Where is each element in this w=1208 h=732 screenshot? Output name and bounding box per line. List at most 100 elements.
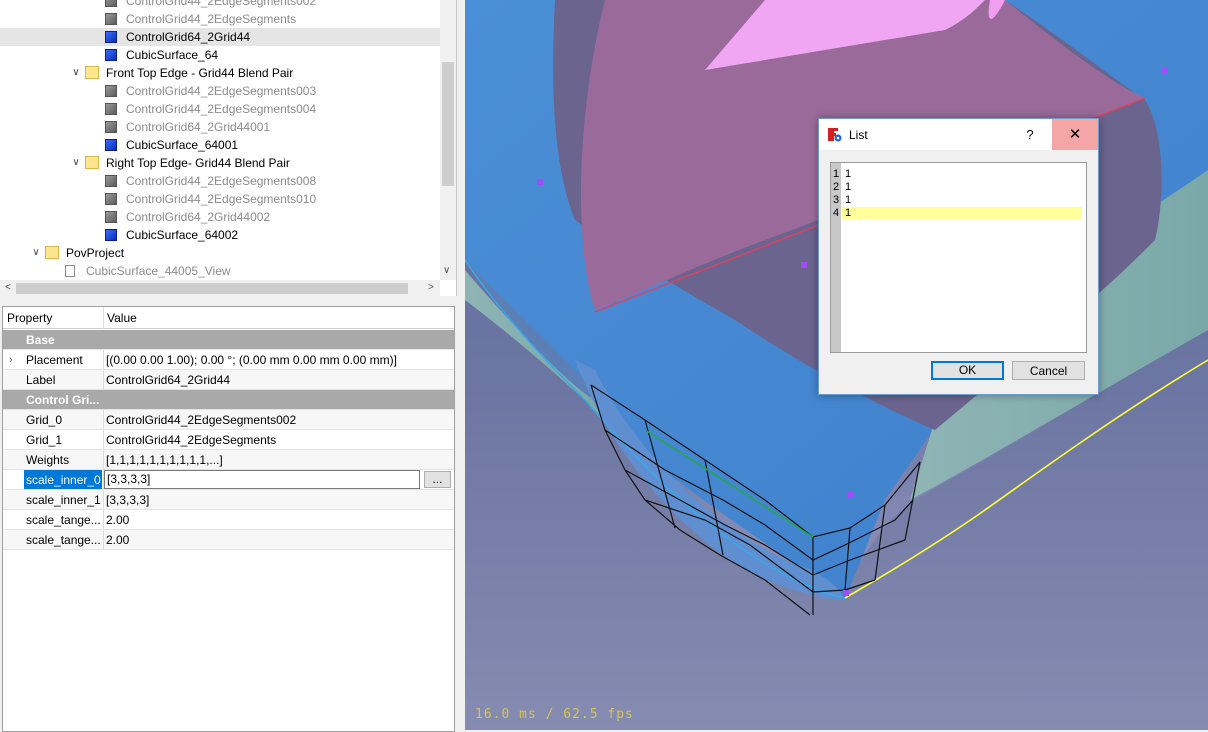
tree-item[interactable]: ControlGrid64_2Grid44002 xyxy=(0,208,440,226)
tree-item[interactable]: ∨ Front Top Edge - Grid44 Blend Pair xyxy=(0,64,440,82)
property-row[interactable]: scale_tange... 2.00 xyxy=(3,530,454,550)
tree-item[interactable]: ControlGrid44_2EdgeSegments003 xyxy=(0,82,440,100)
tree-item[interactable]: CubicSurface_64001 xyxy=(0,136,440,154)
tree-item-label: ControlGrid44_2EdgeSegments008 xyxy=(126,174,317,188)
tree-item-label: ControlGrid44_2EdgeSegments xyxy=(126,12,297,26)
hidden-object-cube-icon xyxy=(105,211,117,223)
property-column-header[interactable]: Property xyxy=(7,307,52,329)
column-divider xyxy=(103,370,104,389)
tree-item-label: ControlGrid44_2EdgeSegments004 xyxy=(126,102,317,116)
visible-object-cube-icon xyxy=(105,31,117,43)
tree-item-label: ControlGrid44_2EdgeSegments010 xyxy=(126,192,317,206)
property-row[interactable]: Grid_1 ControlGrid44_2EdgeSegments xyxy=(3,430,454,450)
expand-chevron-icon[interactable]: ∨ xyxy=(30,244,42,262)
property-row[interactable]: scale_tange... 2.00 xyxy=(3,510,454,530)
tree-item[interactable]: ControlGrid64_2Grid44001 xyxy=(0,118,440,136)
line-text[interactable]: 1 xyxy=(845,194,851,207)
hidden-object-cube-icon xyxy=(105,193,117,205)
ellipsis-button[interactable]: ... xyxy=(424,471,451,488)
tree-item-label: Front Top Edge - Grid44 Blend Pair xyxy=(106,66,294,80)
tree-item[interactable]: ControlGrid44_2EdgeSegments xyxy=(0,10,440,28)
tree-item[interactable]: CubicSurface_44005_View xyxy=(0,262,440,280)
expand-chevron-icon[interactable]: ∨ xyxy=(70,64,82,82)
property-row[interactable]: scale_inner_1 [3,3,3,3] xyxy=(3,490,454,510)
tree-item-label: ControlGrid64_2Grid44002 xyxy=(126,210,271,224)
property-value: ControlGrid44_2EdgeSegments002 xyxy=(106,413,297,427)
line-number: 2 xyxy=(833,181,840,193)
tree-horizontal-scroll-thumb[interactable] xyxy=(16,283,408,294)
tree-item-label: CubicSurface_64001 xyxy=(126,138,239,152)
property-name: Grid_1 xyxy=(26,433,63,447)
tree-item[interactable]: ControlGrid44_2EdgeSegments002 xyxy=(0,0,440,10)
line-text[interactable]: 1 xyxy=(845,207,851,220)
column-divider xyxy=(103,430,104,449)
property-value: [3,3,3,3] xyxy=(106,493,150,507)
visible-object-cube-icon xyxy=(105,229,117,241)
hidden-object-cube-icon xyxy=(105,0,117,7)
property-row[interactable]: Grid_0 ControlGrid44_2EdgeSegments002 xyxy=(3,410,454,430)
property-group-header[interactable]: Control Gri... xyxy=(3,390,454,410)
expand-chevron-icon[interactable]: ∨ xyxy=(70,154,82,172)
property-name: Grid_0 xyxy=(26,413,63,427)
tree-item[interactable]: CubicSurface_64002 xyxy=(0,226,440,244)
expand-chevron-icon[interactable]: › xyxy=(9,350,13,370)
scale-inner-0-input[interactable]: [3,3,3,3] xyxy=(104,470,420,489)
tree-item[interactable]: ControlGrid44_2EdgeSegments010 xyxy=(0,190,440,208)
property-editor[interactable]: Property Value Base › Placement [(0.00 0.00… xyxy=(2,306,455,732)
property-group-header[interactable]: Base xyxy=(3,330,454,350)
folder-icon xyxy=(85,66,99,79)
line-text[interactable]: 1 xyxy=(845,168,851,181)
property-row[interactable]: › Placement [(0.00 0.00 1.00); 0.00 °; (0.… xyxy=(3,350,454,370)
editor-line[interactable]: 31 xyxy=(833,194,1083,207)
editor-line[interactable]: 11 xyxy=(833,168,1083,181)
column-divider xyxy=(103,450,104,469)
tree-vertical-scroll-thumb[interactable] xyxy=(442,62,454,186)
column-divider xyxy=(103,490,104,509)
property-name: scale_tange... xyxy=(26,533,101,547)
property-row[interactable]: Label ControlGrid64_2Grid44 xyxy=(3,370,454,390)
line-text[interactable]: 1 xyxy=(845,181,851,194)
scroll-right-icon[interactable]: > xyxy=(428,282,434,293)
tree-item-label: ControlGrid44_2EdgeSegments002 xyxy=(126,0,317,8)
tree-item[interactable]: ControlGrid44_2EdgeSegments008 xyxy=(0,172,440,190)
column-divider xyxy=(103,350,104,369)
hidden-object-cube-icon xyxy=(105,103,117,115)
property-value: [1,1,1,1,1,1,1,1,1,1,...] xyxy=(106,453,223,467)
property-value: ControlGrid44_2EdgeSegments xyxy=(106,433,277,447)
property-name: Base xyxy=(26,333,55,347)
hidden-object-cube-icon xyxy=(105,13,117,25)
dialog-titlebar[interactable]: List ? ✕ xyxy=(819,119,1098,150)
tree-item[interactable]: ControlGrid64_2Grid44 xyxy=(0,28,440,46)
tree-item[interactable]: ControlGrid44_2EdgeSegments004 xyxy=(0,100,440,118)
help-button[interactable]: ? xyxy=(1007,119,1053,150)
hidden-object-cube-icon xyxy=(105,121,117,133)
property-value: 2.00 xyxy=(106,513,130,527)
editor-line[interactable]: 41 xyxy=(833,207,1083,220)
close-button[interactable]: ✕ xyxy=(1052,119,1098,150)
tree-item-label: PovProject xyxy=(66,246,125,260)
fps-counter: 16.0 ms / 62.5 fps xyxy=(475,707,634,722)
line-number: 3 xyxy=(833,194,840,206)
line-number: 4 xyxy=(833,207,840,219)
column-divider xyxy=(103,530,104,549)
tree-item[interactable]: ∨ PovProject xyxy=(0,244,440,262)
scroll-down-icon[interactable]: ∨ xyxy=(443,265,450,276)
tree-item-label: CubicSurface_64 xyxy=(126,48,219,62)
model-tree[interactable]: ControlGrid44_2EdgeSegments002 ControlGri… xyxy=(0,0,457,296)
list-dialog[interactable]: List ? ✕ 11213141 OK Cancel xyxy=(818,118,1099,395)
list-text-editor[interactable]: 11213141 xyxy=(830,162,1087,353)
tree-item-label: CubicSurface_64002 xyxy=(126,228,239,242)
scroll-left-icon[interactable]: < xyxy=(5,282,11,293)
line-number: 1 xyxy=(833,168,840,180)
ok-button[interactable]: OK xyxy=(931,361,1004,380)
dialog-title: List xyxy=(849,128,868,142)
editor-line[interactable]: 21 xyxy=(833,181,1083,194)
tree-item[interactable]: CubicSurface_64 xyxy=(0,46,440,64)
tree-item[interactable]: ∨ Right Top Edge- Grid44 Blend Pair xyxy=(0,154,440,172)
view-icon xyxy=(65,265,75,277)
property-row[interactable]: scale_inner_0 [3,3,3,3]... xyxy=(3,470,454,490)
property-row[interactable]: Weights [1,1,1,1,1,1,1,1,1,1,...] xyxy=(3,450,454,470)
value-column-header[interactable]: Value xyxy=(107,307,137,329)
cancel-button[interactable]: Cancel xyxy=(1012,361,1085,380)
property-value: 2.00 xyxy=(106,533,130,547)
